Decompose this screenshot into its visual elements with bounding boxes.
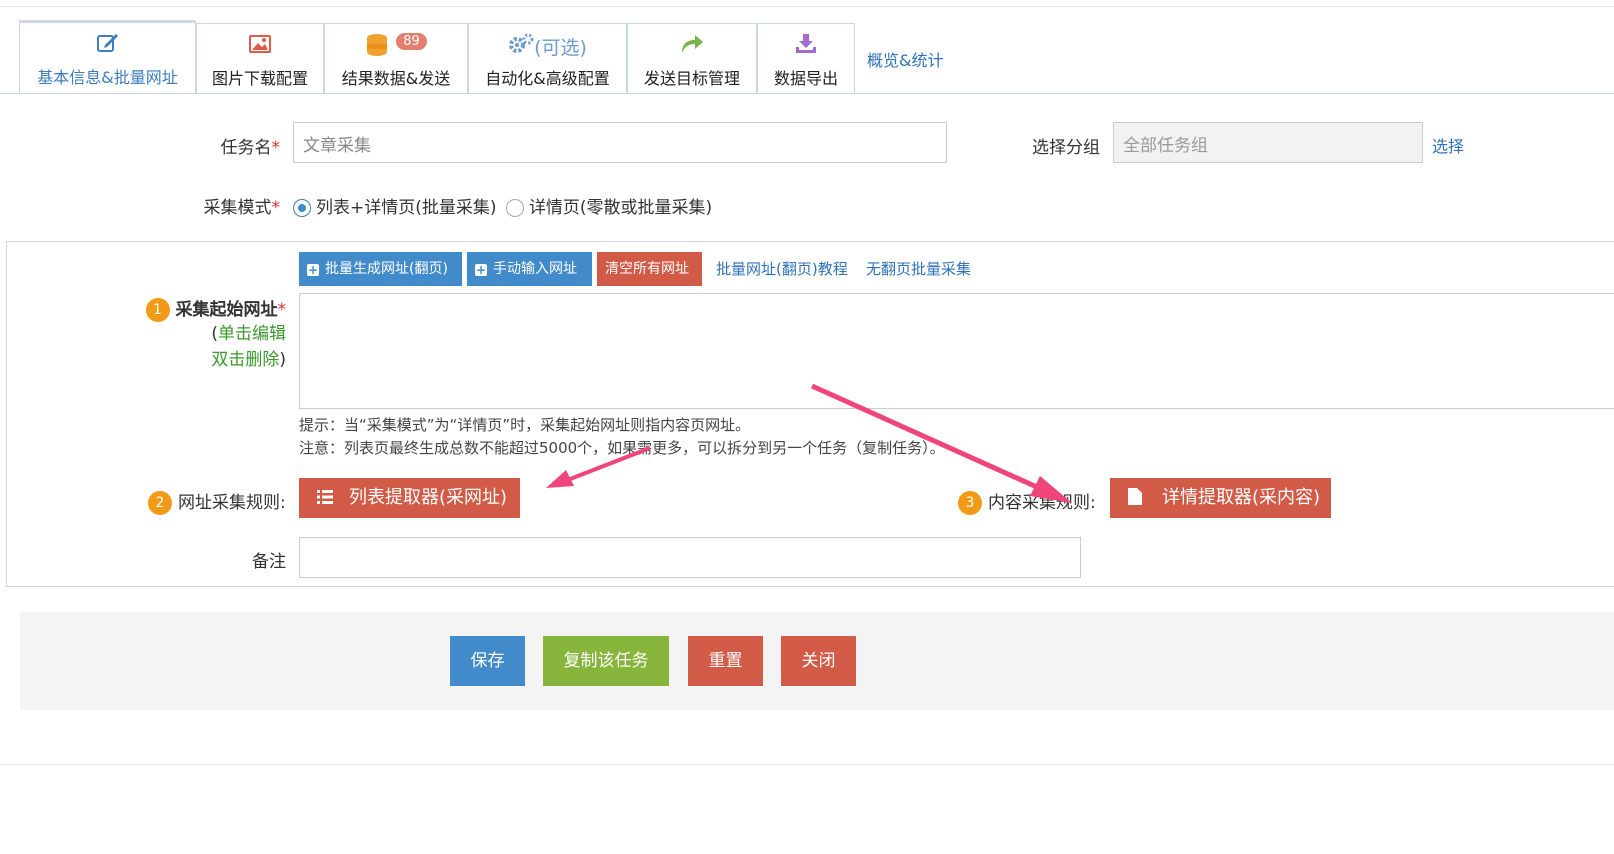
arrow-to-list-extractor: [546, 446, 651, 488]
bottom-divider: [0, 764, 1614, 765]
arrow-to-detail-extractor: [810, 383, 1072, 503]
close-button[interactable]: 关闭: [781, 636, 856, 686]
reset-button[interactable]: 重置: [688, 636, 763, 686]
save-button[interactable]: 保存: [450, 636, 525, 686]
annotation-arrows: [546, 383, 1072, 503]
copy-task-button[interactable]: 复制该任务: [543, 636, 669, 686]
